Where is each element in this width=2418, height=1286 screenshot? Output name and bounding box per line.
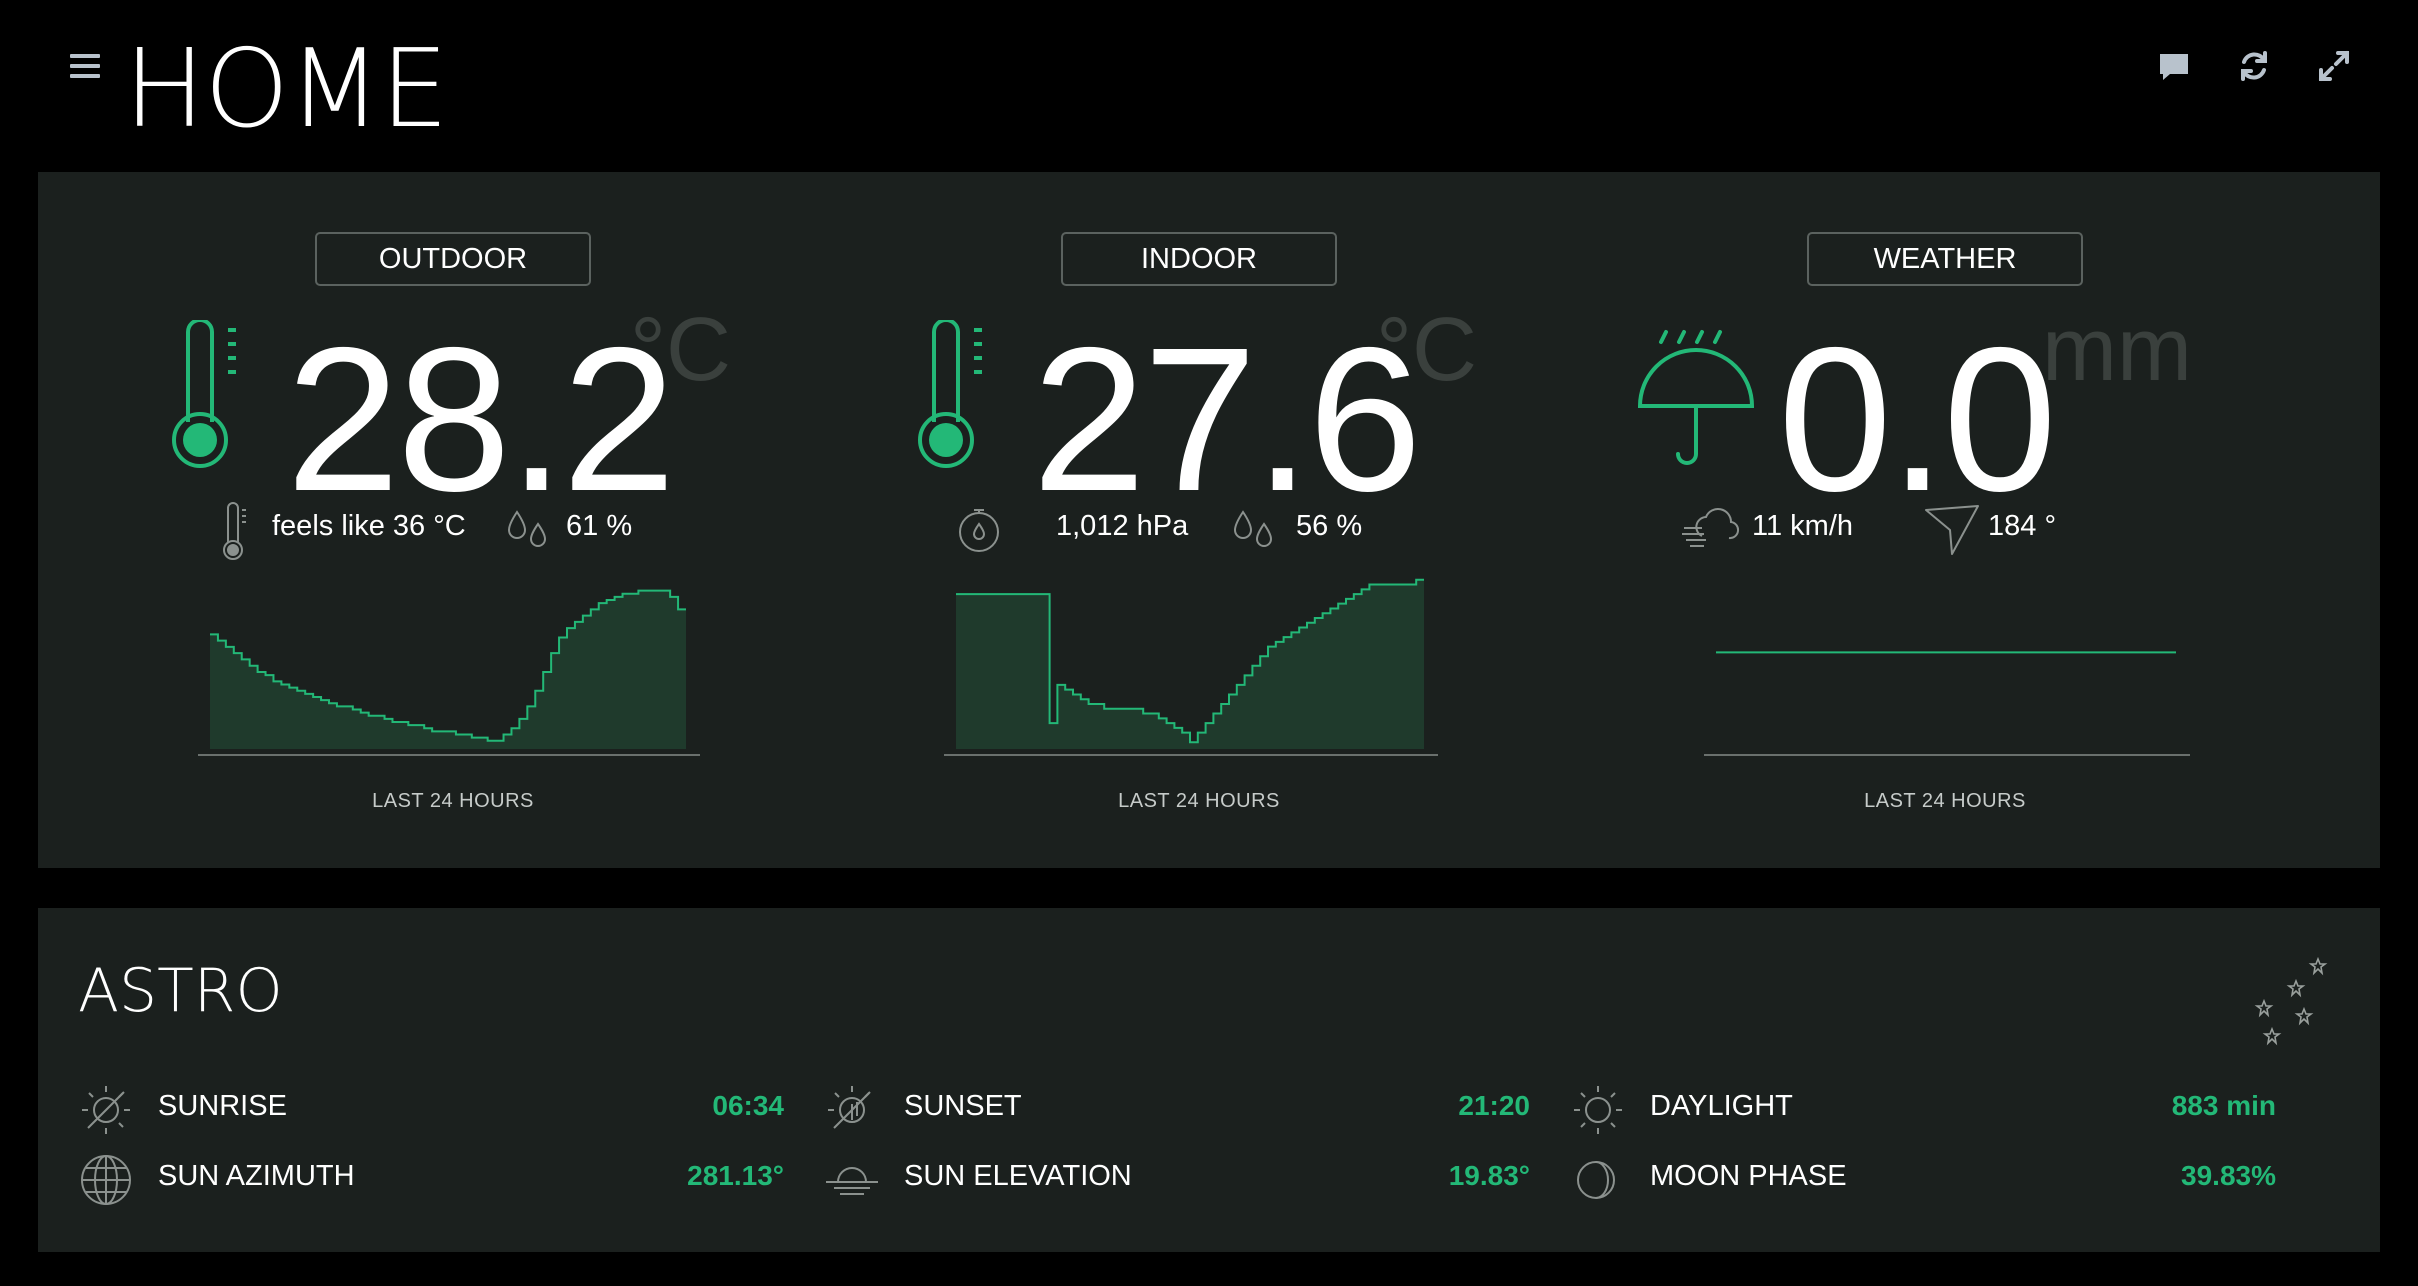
horizon-icon xyxy=(824,1152,880,1208)
outdoor-label[interactable]: OUTDOOR xyxy=(315,232,591,286)
umbrella-rain-icon xyxy=(1636,320,1756,474)
sunrise-icon xyxy=(78,1082,134,1138)
outdoor-humidity-text: 61 % xyxy=(566,510,633,542)
outdoor-temperature: 28.2 xyxy=(286,305,676,534)
stars-icon xyxy=(2248,952,2328,1056)
refresh-icon[interactable] xyxy=(2236,48,2272,84)
menu-icon[interactable] xyxy=(70,54,100,80)
indoor-temperature: 27.6 xyxy=(1032,305,1422,534)
astro-row-daylight: DAYLIGHT 883 min xyxy=(1570,1076,2276,1136)
pressure-gauge-icon xyxy=(954,502,1004,560)
rain-amount: 0.0 xyxy=(1778,305,2057,534)
sun-icon xyxy=(1570,1082,1626,1138)
pressure-text: 1,012 hPa xyxy=(1056,510,1189,542)
humidity-icon xyxy=(502,502,552,556)
astro-row-sun-azimuth: SUN AZIMUTH 281.13° xyxy=(78,1146,784,1206)
outdoor-chart xyxy=(198,589,700,756)
sensor-panel: OUTDOOR 28.2 °C feels like 36 °C 61 % LA… xyxy=(38,172,2380,868)
weather-label[interactable]: WEATHER xyxy=(1807,232,2083,286)
wind-cloud-icon xyxy=(1680,502,1740,556)
wind-direction-icon xyxy=(1922,502,1982,562)
indoor-label[interactable]: INDOOR xyxy=(1061,232,1337,286)
indoor-humidity-text: 56 % xyxy=(1296,510,1363,542)
indoor-card: INDOOR 27.6 °C 1,012 hPa 56 % LAST 24 HO… xyxy=(784,172,1477,868)
sunset-label: SUNSET xyxy=(904,1090,1022,1122)
thermometer-icon xyxy=(170,318,250,474)
sunset-value: 21:20 xyxy=(1458,1090,1530,1121)
sun-elevation-value: 19.83° xyxy=(1448,1160,1530,1191)
sunrise-label: SUNRISE xyxy=(158,1090,287,1122)
astro-row-moon-phase: MOON PHASE 39.83% xyxy=(1570,1146,2276,1206)
astro-row-sun-elevation: SUN ELEVATION 19.83° xyxy=(824,1146,1530,1206)
moon-phase-value: 39.83% xyxy=(2181,1160,2276,1191)
daylight-value: 883 min xyxy=(2171,1090,2276,1121)
humidity-icon xyxy=(1228,502,1278,556)
weather-card: WEATHER 0.0 mm 11 km/h 184 ° LAST 24 HOU… xyxy=(1530,172,2210,868)
astro-panel: ASTRO SUNRISE 06:34 SUNSET 21:20 DAYLIGH… xyxy=(38,908,2380,1252)
moon-icon xyxy=(1570,1152,1626,1208)
feels-like-text: feels like 36 °C xyxy=(272,510,466,542)
globe-icon xyxy=(78,1152,134,1208)
wind-speed-text: 11 km/h xyxy=(1752,510,1854,542)
astro-title: ASTRO xyxy=(78,956,283,1026)
indoor-unit: °C xyxy=(1376,300,1477,400)
feels-like-thermometer-icon xyxy=(218,502,248,566)
sun-azimuth-value: 281.13° xyxy=(687,1160,784,1191)
sunrise-value: 06:34 xyxy=(712,1090,784,1121)
weather-chart xyxy=(1704,651,2190,756)
sun-azimuth-label: SUN AZIMUTH xyxy=(158,1160,355,1192)
app-header: HOME xyxy=(0,0,2418,172)
sunset-icon xyxy=(824,1082,880,1138)
moon-phase-label: MOON PHASE xyxy=(1650,1160,1847,1192)
wind-direction-text: 184 ° xyxy=(1988,510,2057,542)
outdoor-card: OUTDOOR 28.2 °C feels like 36 °C 61 % LA… xyxy=(38,172,731,868)
page-title: HOME xyxy=(124,27,449,152)
rain-unit: mm xyxy=(2042,300,2192,400)
weather-chart-caption: LAST 24 HOURS xyxy=(1864,790,2026,812)
daylight-label: DAYLIGHT xyxy=(1650,1090,1793,1122)
thermometer-icon xyxy=(916,318,996,474)
astro-row-sunrise: SUNRISE 06:34 xyxy=(78,1076,784,1136)
fullscreen-icon[interactable] xyxy=(2316,48,2352,84)
sun-elevation-label: SUN ELEVATION xyxy=(904,1160,1132,1192)
indoor-chart xyxy=(944,578,1438,756)
outdoor-series-area xyxy=(210,590,686,749)
chat-icon[interactable] xyxy=(2156,48,2192,84)
indoor-chart-caption: LAST 24 HOURS xyxy=(1118,790,1280,812)
astro-row-sunset: SUNSET 21:20 xyxy=(824,1076,1530,1136)
indoor-series-area xyxy=(956,579,1424,749)
outdoor-unit: °C xyxy=(630,300,731,400)
outdoor-chart-caption: LAST 24 HOURS xyxy=(372,790,534,812)
